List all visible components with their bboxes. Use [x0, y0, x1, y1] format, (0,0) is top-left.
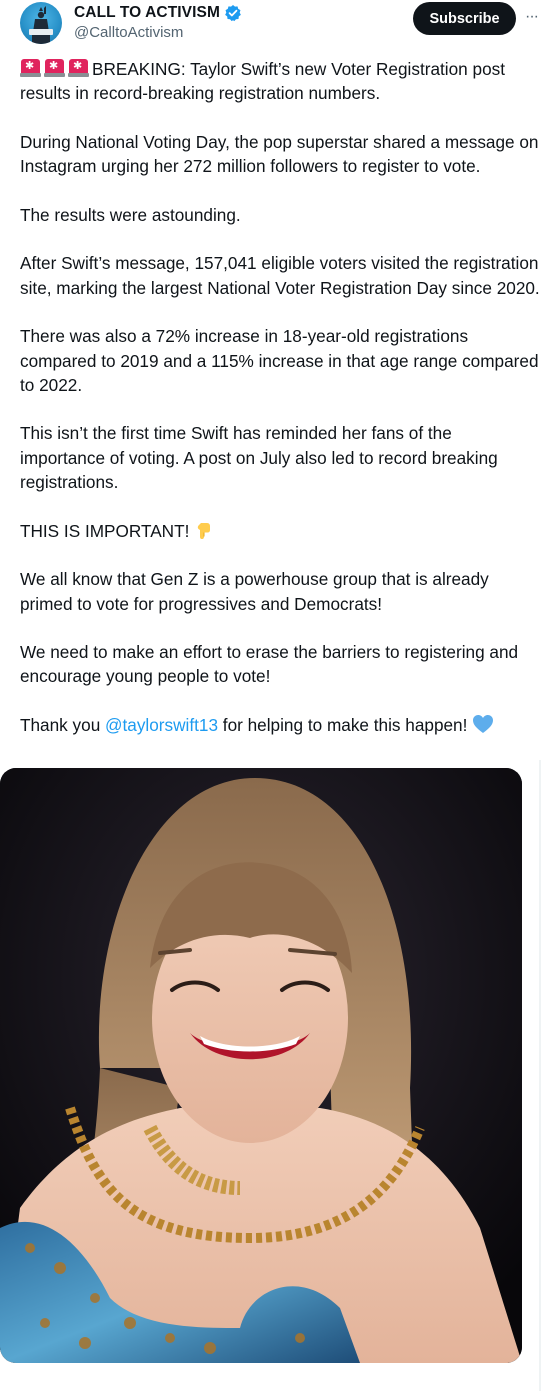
post-paragraph: There was also a 72% increase in 18-year… [20, 326, 539, 395]
statue-of-liberty-icon [29, 6, 53, 44]
post-paragraph-breaking: ✱ ✱ ✱ BREAKING: Taylor Swift’s new Voter Re… [20, 57, 541, 106]
post-paragraph: The results were astounding. [20, 204, 241, 225]
performer-photo [0, 768, 522, 1363]
verified-badge-icon [225, 4, 241, 22]
police-light-icon: ✱ [44, 59, 65, 77]
more-options-icon[interactable]: ··· [525, 9, 541, 29]
author-display-name[interactable]: CALL TO ACTIVISM [74, 4, 220, 22]
post-image[interactable] [0, 768, 522, 1363]
blue-heart-icon [473, 715, 494, 734]
police-light-icon: ✱ [68, 59, 89, 77]
post-paragraph: We need to make an effort to erase the b… [20, 642, 519, 687]
post-paragraph: During National Voting Day, the pop supe… [20, 131, 539, 177]
post-header: CALL TO ACTIVISM @CalltoActivism Subscri… [0, 0, 541, 50]
thanks-text: Thank you [20, 715, 106, 736]
author-avatar[interactable] [20, 2, 62, 44]
police-light-icon: ✱ [20, 59, 41, 77]
thanks-text-end: for helping to make this happen! [218, 715, 468, 736]
post-paragraph: We all know that Gen Z is a powerhouse g… [20, 569, 489, 614]
subscribe-button[interactable]: Subscribe [413, 2, 516, 35]
author-handle[interactable]: @CalltoActivism [74, 24, 183, 41]
post-paragraph-important: THIS IS IMPORTANT! [20, 519, 541, 543]
mention-link[interactable]: @taylorswift13 [105, 715, 218, 735]
post-paragraph: This isn’t the first time Swift has remi… [20, 423, 498, 493]
breaking-text: BREAKING: Taylor Swift’s new Voter Regis… [20, 59, 505, 104]
important-text: THIS IS IMPORTANT! [20, 520, 190, 541]
pointing-down-icon [197, 522, 211, 539]
post-paragraph-thanks: Thank you @taylorswift13 for helping to … [20, 713, 541, 737]
post-text: ✱ ✱ ✱ BREAKING: Taylor Swift’s new Voter Re… [20, 57, 541, 762]
post-paragraph: After Swift’s message, 157,041 eligible … [20, 253, 540, 298]
